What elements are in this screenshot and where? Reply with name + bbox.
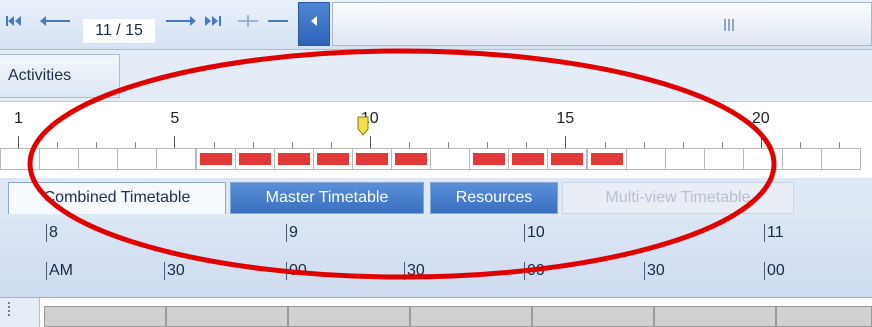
minute-label: 00 [524,262,545,280]
ruler-tick [18,136,19,148]
activity-block [316,153,349,165]
ruler-tick [760,136,762,148]
grid-cell[interactable] [532,306,654,327]
activity-cell[interactable] [664,148,705,170]
minute-label: 00 [286,262,307,280]
ruler-tick [174,136,176,148]
grid-cell[interactable] [776,306,872,327]
ruler-label: 20 [751,110,770,127]
minus-icon[interactable] [264,14,292,34]
activity-cell[interactable] [821,148,862,170]
tab-combined-timetable[interactable]: Combined Timetable [8,182,226,214]
scroll-left-icon[interactable] [298,2,330,46]
hour-label: 10 [524,224,545,242]
activity-cell[interactable] [547,148,588,170]
ruler-label: 15 [556,110,575,127]
page-counter[interactable]: 11 / 15 [83,19,155,43]
first-page-icon[interactable] [4,14,24,34]
activity-cell[interactable] [156,148,197,170]
activity-cell[interactable] [586,148,627,170]
activity-cell[interactable] [117,148,158,170]
grid-cell[interactable] [288,306,410,327]
page-navigator: 11 / 15 [0,0,872,50]
time-scale-header: 8 9 10 11 AM 30 00 30 00 30 00 [0,218,872,298]
scrollbar-thumb[interactable] [332,2,872,46]
activity-cell[interactable] [234,148,275,170]
activity-cell[interactable] [742,148,783,170]
activity-cell[interactable] [625,148,666,170]
activity-cell[interactable] [0,148,41,170]
activity-cell[interactable] [469,148,510,170]
row-handle[interactable] [0,298,40,327]
activity-cell[interactable] [508,148,549,170]
timetable-grid-row [0,298,872,327]
activity-block [355,153,388,165]
activity-block [395,153,428,165]
grid-cell[interactable] [410,306,532,327]
activity-cell[interactable] [391,148,432,170]
activity-cell[interactable] [351,148,392,170]
grid-cell[interactable] [654,306,776,327]
minute-label: 30 [644,262,665,280]
tab-activities[interactable]: Activities [0,54,120,98]
activity-block [199,153,232,165]
ruler-label: 5 [170,110,180,127]
grip-icon [724,19,736,31]
current-page-marker-icon[interactable] [357,116,369,136]
hour-label: 11 [764,224,784,242]
activity-cell[interactable] [312,148,353,170]
activity-block [238,153,271,165]
plus-icon[interactable] [234,14,262,34]
grid-cell[interactable] [166,306,288,327]
tab-multi-view-timetable: Multi-view Timetable [562,182,794,214]
ruler-tick [565,136,567,148]
hour-label: 8 [46,224,58,242]
activity-cell[interactable] [703,148,744,170]
timetable-tabs: Combined Timetable Master Timetable Reso… [0,178,872,218]
minute-label: 00 [764,262,785,280]
activity-cell-strip [0,148,872,170]
am-label: AM [46,262,73,280]
activity-cell[interactable] [78,148,119,170]
last-page-icon[interactable] [202,14,224,34]
activity-cell[interactable] [782,148,823,170]
activity-cell[interactable] [273,148,314,170]
activity-block [473,153,506,165]
previous-page-icon[interactable] [34,14,74,34]
minute-label: 30 [164,262,185,280]
page-ruler[interactable]: 1 5 10 15 20 [0,110,872,148]
minute-label: 30 [404,262,425,280]
ruler-label: 1 [14,110,23,127]
tab-master-timetable[interactable]: Master Timetable [230,182,424,214]
activity-cell[interactable] [39,148,80,170]
activity-block [277,153,310,165]
grid-cell[interactable] [44,306,166,327]
ruler-tick [369,136,371,148]
hour-label: 9 [286,224,298,242]
tab-resources[interactable]: Resources [430,182,558,214]
activity-cell[interactable] [195,148,236,170]
activity-cell[interactable] [430,148,471,170]
activity-block [512,153,545,165]
next-page-icon[interactable] [162,14,202,34]
drag-handle-icon [8,302,10,316]
activity-block [551,153,584,165]
activities-tabstrip: Activities [0,50,872,102]
activity-block [590,153,623,165]
